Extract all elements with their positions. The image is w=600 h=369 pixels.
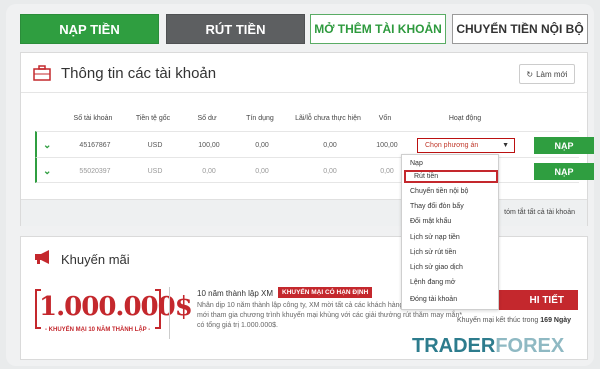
countdown-prefix: Khuyến mại kết thúc trong [457,317,539,324]
menu-item-close-account[interactable]: Đóng tài khoản [402,293,498,306]
column-header: Số tài khoản [73,115,113,122]
expand-chevron-icon[interactable]: ⌄ [43,140,51,151]
watermark-part2: FOREX [495,335,565,357]
account-currency: USD [147,142,163,149]
deposit-button[interactable]: NẠP TIỀN [20,14,159,44]
column-header: Tín dụng [246,115,274,122]
menu-item-deposit[interactable]: Nạp [402,157,498,170]
action-dropdown-menu: Nạp Rút tiền Chuyển tiền nội bộ Thay đổi… [401,154,499,310]
countdown-value: 169 Ngày [540,317,572,324]
column-header: Số dư [197,115,217,122]
account-balance: 0,00 [202,168,216,175]
amount-bracket-right [155,289,161,329]
internal-transfer-button[interactable]: CHUYỂN TIỀN NỘI BỘ [452,14,588,44]
megaphone-icon [35,250,49,264]
account-number: 45167867 [79,142,111,149]
menu-item-open-orders[interactable]: Lệnh đang mở [402,276,498,289]
action-select[interactable]: Chọn phương án ▼ [417,138,515,153]
account-equity: 100,00 [376,142,398,149]
column-header: Hoạt động [448,115,482,122]
accounts-panel: Thông tin các tài khoản ↻ Làm mới Số tài… [20,52,594,226]
menu-item-internal-transfer[interactable]: Chuyển tiền nội bộ [402,185,498,198]
account-pnl: 0,00 [323,168,337,175]
account-dashboard: NẠP TIỀN RÚT TIỀN MỞ THÊM TÀI KHOẢN CHUY… [6,4,594,366]
expand-chevron-icon[interactable]: ⌄ [43,166,51,177]
promotion-countdown: Khuyến mại kết thúc trong 169 Ngày [457,317,571,324]
promotion-amount-caption: - KHUYẾN MẠI 10 NĂM THÀNH LẬP - [45,327,151,333]
action-select-value: Chọn phương án [425,142,479,149]
account-pnl: 0,00 [323,142,337,149]
menu-item-deposit-history[interactable]: Lịch sử nạp tiền [402,231,498,244]
promotion-title: Khuyến mãi [61,252,130,267]
watermark-part1: TRADER [412,335,496,357]
dropdown-caret-icon: ▼ [502,142,509,149]
accounts-table-header: Số tài khoản Tiền tệ gốc Số dư Tín dụng … [35,105,579,129]
refresh-label: Làm mới [536,69,568,79]
limited-offer-badge: KHUYẾN MẠI CÓ HẠN ĐỊNH [278,287,373,298]
account-currency: USD [147,168,163,175]
deposit-row-button[interactable]: NẠP [534,137,594,154]
column-header: Lãi/lỗ chưa thực hiện [295,115,361,122]
accounts-title: Thông tin các tài khoản [61,65,217,82]
open-account-button[interactable]: MỞ THÊM TÀI KHOẢN [310,14,446,44]
column-header: Tiền tệ gốc [135,115,171,122]
vertical-divider [169,287,170,339]
briefcase-icon [33,65,51,81]
menu-item-trade-history[interactable]: Lịch sử giao dịch [402,261,498,274]
traderforex-watermark: TRADERFOREX [412,335,564,358]
account-balance: 100,00 [198,142,220,149]
promotion-heading: 10 năm thành lập XM [197,289,274,298]
refresh-icon: ↻ [526,69,534,79]
refresh-button[interactable]: ↻ Làm mới [519,64,575,84]
column-header: Vốn [378,115,392,122]
account-credit: 0,00 [255,142,269,149]
account-credit: 0,00 [255,168,269,175]
summary-bar: tóm tắt tất cả tài khoản [21,199,587,226]
deposit-row-button[interactable]: NẠP [534,163,594,180]
withdraw-button[interactable]: RÚT TIỀN [166,14,305,44]
menu-item-withdraw[interactable]: Rút tiền [404,170,498,183]
menu-item-change-leverage[interactable]: Thay đổi đòn bẩy [402,200,498,213]
promotion-header: Khuyến mãi [21,237,587,277]
all-accounts-summary-link[interactable]: tóm tắt tất cả tài khoản [504,209,575,216]
account-number: 55020397 [79,168,111,175]
accounts-panel-header: Thông tin các tài khoản ↻ Làm mới [21,53,587,93]
menu-item-change-password[interactable]: Đổi mật khẩu [402,215,498,228]
menu-item-withdraw-history[interactable]: Lịch sử rút tiền [402,246,498,259]
